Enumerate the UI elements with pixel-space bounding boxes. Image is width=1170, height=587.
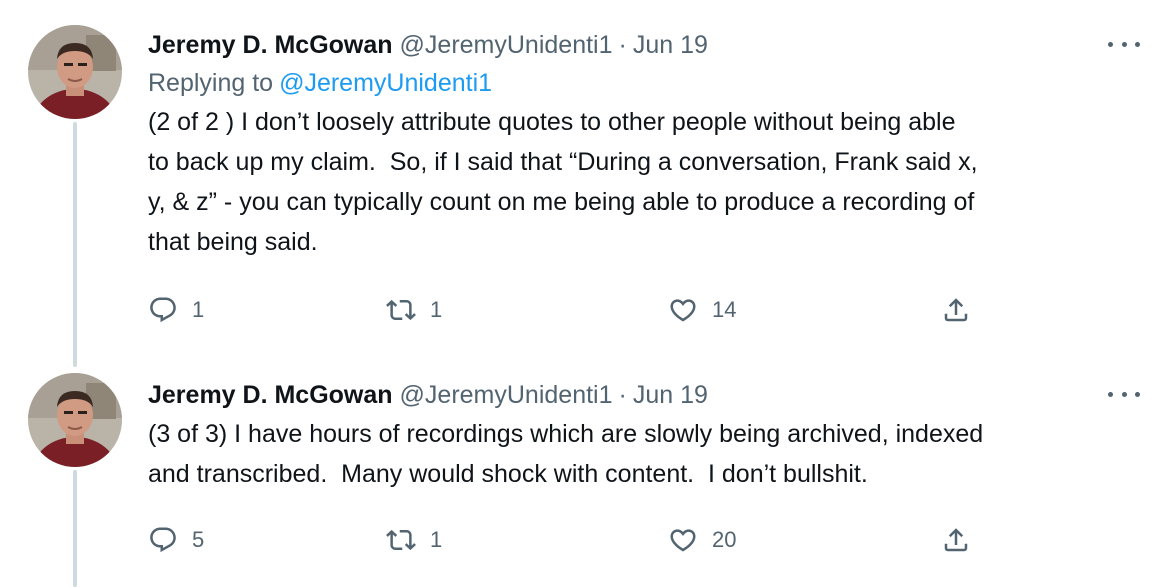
more-dot (1108, 41, 1113, 47)
tweet-header: Jeremy D. McGowan @JeremyUnidenti1 · Jun… (148, 378, 1140, 412)
more-dot (1135, 391, 1140, 397)
author-handle[interactable]: @JeremyUnidenti1 (400, 28, 613, 62)
reply-count: 5 (192, 527, 205, 552)
heart-icon (670, 529, 696, 552)
author-name[interactable]: Jeremy D. McGowan (148, 28, 393, 62)
share-icon (944, 298, 968, 322)
avatar[interactable] (28, 25, 122, 119)
tweet-text: (2 of 2 ) I don’t loosely attribute quot… (148, 108, 978, 256)
reply-button[interactable]: 1 (148, 290, 204, 330)
share-button[interactable] (941, 520, 971, 560)
author-handle[interactable]: @JeremyUnidenti1 (400, 378, 613, 412)
retweet-count: 1 (430, 527, 443, 552)
more-icon[interactable] (1108, 388, 1140, 400)
more-dot (1121, 391, 1127, 397)
share-button[interactable] (941, 290, 971, 330)
retweet-icon (386, 529, 416, 551)
like-button[interactable]: 20 (668, 520, 736, 560)
like-button[interactable]: 14 (668, 290, 736, 330)
replying-to-mention[interactable]: @JeremyUnidenti1 (279, 69, 492, 97)
share-icon (944, 528, 968, 552)
tweet-body: Jeremy D. McGowan @JeremyUnidenti1 · Jun… (148, 378, 1140, 494)
like-count: 20 (712, 527, 737, 552)
more-dot (1108, 391, 1113, 397)
avatar[interactable] (28, 373, 122, 467)
tweet-header: Jeremy D. McGowan @JeremyUnidenti1 · Jun… (148, 28, 1140, 62)
reply-icon (150, 527, 176, 553)
tweet-date[interactable]: Jun 19 (633, 378, 708, 412)
separator-dot: · (618, 31, 627, 59)
tweet-thread: Jeremy D. McGowan @JeremyUnidenti1 · Jun… (0, 0, 1170, 587)
tweet-actions: 5 1 20 (148, 520, 988, 560)
tweet-body: Jeremy D. McGowan @JeremyUnidenti1 · Jun… (148, 28, 1140, 262)
more-dot (1135, 41, 1140, 47)
like-count: 14 (712, 297, 737, 322)
author-name[interactable]: Jeremy D. McGowan (148, 378, 393, 412)
tweet-date[interactable]: Jun 19 (633, 28, 708, 62)
replying-to-label: Replying to (148, 69, 274, 97)
retweet-count: 1 (430, 297, 443, 322)
reply-icon (150, 297, 176, 323)
retweet-button[interactable]: 1 (386, 520, 442, 560)
separator-dot: · (618, 381, 627, 409)
heart-icon (670, 299, 696, 322)
retweet-button[interactable]: 1 (386, 290, 442, 330)
reply-count: 1 (192, 297, 205, 322)
replying-to: Replying to @JeremyUnidenti1 (148, 66, 1140, 100)
avatar-image (28, 25, 122, 119)
retweet-icon (386, 299, 416, 321)
reply-button[interactable]: 5 (148, 520, 204, 560)
tweet[interactable]: Jeremy D. McGowan @JeremyUnidenti1 · Jun… (0, 0, 1170, 365)
tweet-actions: 1 1 14 (148, 290, 988, 330)
thread-connector-line (73, 470, 77, 587)
more-dot (1121, 41, 1127, 47)
more-icon[interactable] (1108, 38, 1140, 50)
tweet[interactable]: Jeremy D. McGowan @JeremyUnidenti1 · Jun… (0, 365, 1170, 587)
avatar-image (28, 373, 122, 467)
tweet-text: (3 of 3) I have hours of recordings whic… (148, 420, 984, 488)
